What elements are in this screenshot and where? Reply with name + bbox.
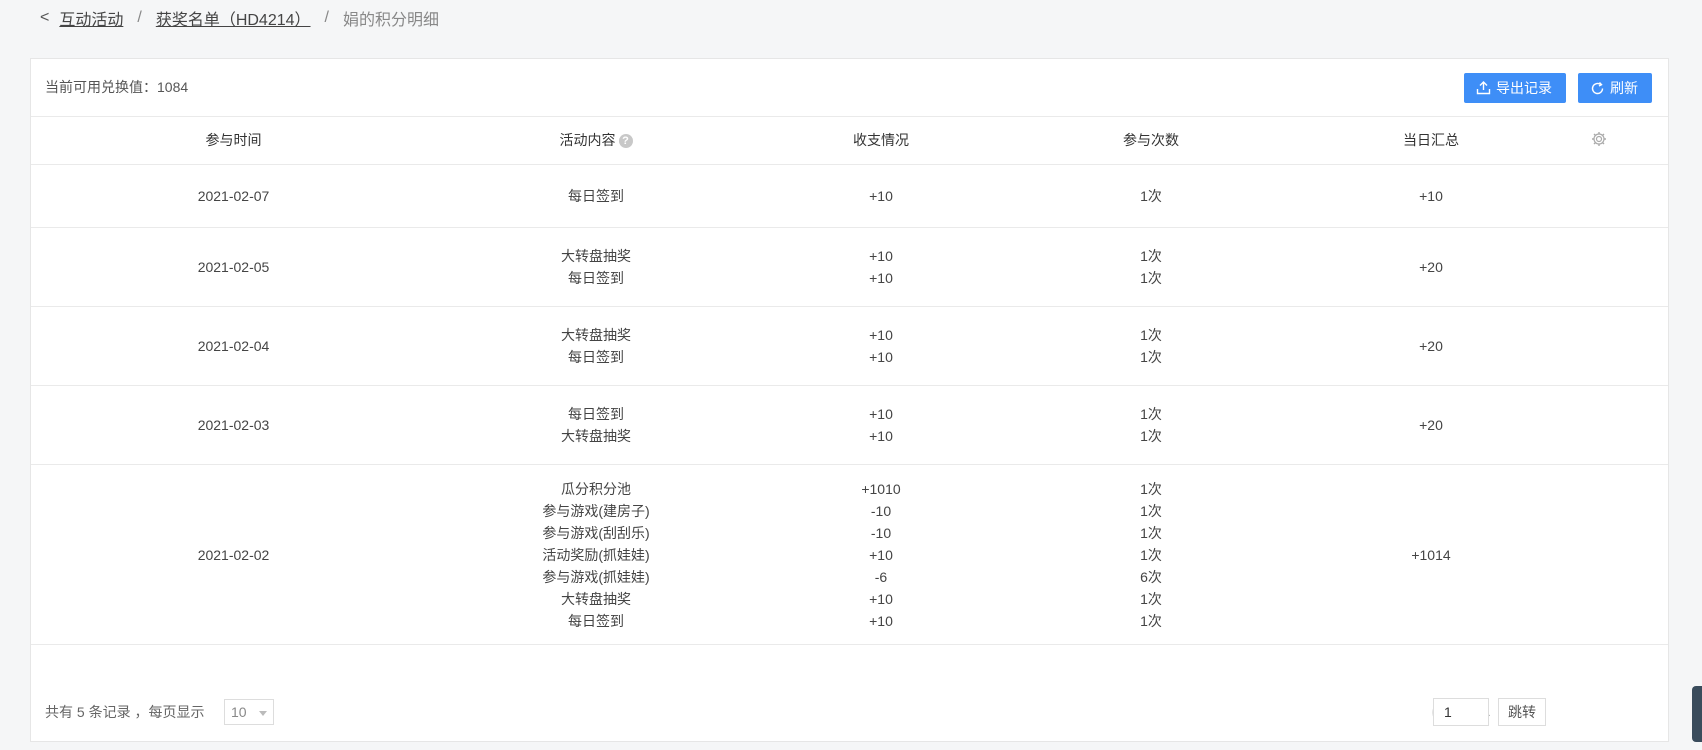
cell-daily-total-line: +20 bbox=[1419, 417, 1443, 433]
table-row: 2021-02-05 大转盘抽奖 每日签到 +10 +10 1次 1次 +20 bbox=[31, 228, 1668, 307]
panel-header: 当前可用兑换值：1084 导出记录 刷新 bbox=[31, 59, 1668, 117]
column-header-daily-total: 当日汇总 bbox=[1403, 132, 1459, 148]
gear-icon[interactable] bbox=[1591, 131, 1607, 147]
cell-daily-total-line: +10 bbox=[1419, 188, 1443, 204]
page-size-select[interactable]: 10 bbox=[224, 699, 274, 725]
chevron-down-icon bbox=[259, 711, 267, 716]
cell-daily-total: +20 bbox=[1151, 386, 1702, 464]
export-label: 导出记录 bbox=[1496, 80, 1552, 96]
breadcrumb-separator: / bbox=[137, 9, 142, 26]
pagination-bar: 共有 5 条记录 ，每页显示 10 < 1 / 1 > 跳转 bbox=[31, 683, 1668, 741]
breadcrumb-item-activities[interactable]: 互动活动 bbox=[59, 6, 123, 30]
table-body: 2021-02-07 每日签到 +10 1次 +10 2021-02-05 大转盘抽奖 每日签… bbox=[31, 165, 1668, 645]
breadcrumb-separator: / bbox=[324, 9, 329, 26]
refresh-icon bbox=[1591, 81, 1604, 94]
cell-daily-total-line: +1014 bbox=[1411, 546, 1451, 563]
cell-daily-total: +20 bbox=[1151, 228, 1702, 306]
export-button[interactable]: 导出记录 bbox=[1464, 73, 1566, 103]
cell-daily-total-line: +20 bbox=[1419, 259, 1443, 275]
balance-text: 当前可用兑换值：1084 bbox=[45, 79, 189, 95]
upload-icon bbox=[1476, 81, 1491, 95]
jump-button[interactable]: 跳转 bbox=[1498, 698, 1546, 726]
table-row: 2021-02-03 每日签到 大转盘抽奖 +10 +10 1次 1次 +20 bbox=[31, 386, 1668, 465]
page-size-value: 10 bbox=[231, 704, 247, 720]
refresh-button[interactable]: 刷新 bbox=[1578, 73, 1652, 103]
cell-daily-total: +20 bbox=[1151, 307, 1702, 385]
table-row: 2021-02-07 每日签到 +10 1次 +10 bbox=[31, 165, 1668, 228]
breadcrumb-current: 娟的积分明细 bbox=[342, 12, 439, 29]
cell-daily-total-line: +20 bbox=[1419, 338, 1443, 354]
jump-page-input[interactable] bbox=[1433, 698, 1489, 726]
record-count-text: 共有 5 条记录 ，每页显示 bbox=[45, 704, 205, 720]
cell-daily-total: +10 bbox=[1151, 165, 1702, 227]
breadcrumb-item-winners[interactable]: 获奖名单（HD4214） bbox=[156, 6, 311, 30]
cell-daily-total: +1014 bbox=[1151, 465, 1702, 644]
points-detail-panel: 当前可用兑换值：1084 导出记录 刷新 参与时间 活动内容? 收支情况 参与次… bbox=[30, 58, 1669, 742]
help-icon[interactable]: ? bbox=[618, 134, 633, 149]
table-row: 2021-02-02 瓜分积分池 参与游戏(建房子) 参与游戏(刮刮乐) 活动奖励(抓娃… bbox=[31, 465, 1668, 645]
refresh-label: 刷新 bbox=[1610, 80, 1638, 96]
table-row: 2021-02-04 大转盘抽奖 每日签到 +10 +10 1次 1次 +20 bbox=[31, 307, 1668, 386]
column-header-activity-label: 活动内容 bbox=[559, 132, 616, 148]
chevron-left-icon[interactable]: < bbox=[40, 9, 49, 27]
table-header: 参与时间 活动内容? 收支情况 参与次数 当日汇总 bbox=[31, 117, 1668, 165]
breadcrumb: < 互动活动 / 获奖名单（HD4214） / 娟的积分明细 bbox=[40, 6, 439, 30]
side-widget-handle[interactable] bbox=[1692, 686, 1702, 742]
